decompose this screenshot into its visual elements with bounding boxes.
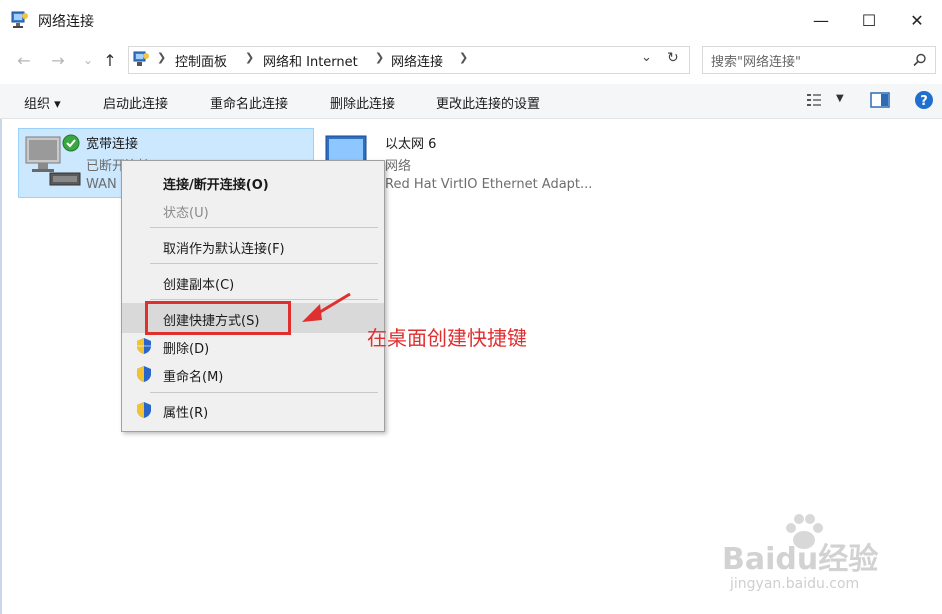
watermark-brand: Baidu经验 [722,542,879,577]
network-connections-icon [11,11,28,28]
item-device: Red Hat VirtIO Ethernet Adapt... [385,177,593,192]
breadcrumb-control-panel[interactable]: 控制面板 [175,51,227,70]
window-title: 网络连接 [38,14,94,30]
menu-item-cancel-default[interactable]: 取消作为默认连接(F) [122,233,384,259]
organize-button[interactable]: 组织 ▾ [24,93,61,112]
shield-icon [137,402,151,418]
help-icon[interactable]: ? [914,90,934,110]
breadcrumb-separator: ❯ [245,51,255,64]
delete-connection-button[interactable]: 删除此连接 [330,93,395,112]
recent-locations-icon[interactable]: ⌄ [78,50,98,70]
maximize-button[interactable]: ☐ [846,0,892,40]
menu-item-connect[interactable]: 连接/断开连接(O) [122,169,384,195]
search-box[interactable]: 搜索"网络连接" [702,46,936,74]
menu-divider [150,392,378,393]
menu-label: 重命名(M) [163,370,224,385]
breadcrumb-separator: ❯ [375,51,385,64]
annotation-highlight-box [145,301,291,335]
menu-label: 删除(D) [163,342,210,357]
check-icon [62,134,80,152]
menu-item-status: 状态(U) [122,197,384,223]
close-button[interactable]: ✕ [894,0,940,40]
menu-item-delete[interactable]: 删除(D) [122,333,384,359]
view-options-icon[interactable] [806,92,824,108]
menu-label: 取消作为默认连接(F) [163,242,285,257]
breadcrumb-separator: ❯ [157,51,167,64]
forward-arrow-icon[interactable]: → [48,50,68,70]
search-icon[interactable] [913,53,927,67]
search-input[interactable]: 搜索"网络连接" [711,51,801,70]
control-panel-icon [133,51,149,66]
menu-label: 属性(R) [163,406,209,421]
view-dropdown-icon[interactable]: ▼ [836,93,844,104]
start-connection-button[interactable]: 启动此连接 [103,93,168,112]
menu-label: 连接/断开连接(O) [163,178,269,193]
back-arrow-icon[interactable]: ← [14,50,34,70]
menu-divider [150,263,378,264]
rename-connection-button[interactable]: 重命名此连接 [210,93,288,112]
baidu-watermark: Baidu经验 jingyan.baidu.com [722,512,932,602]
chevron-down-icon[interactable]: ⌄ [641,50,652,65]
menu-item-rename[interactable]: 重命名(M) [122,361,384,387]
preview-pane-icon[interactable] [870,92,890,108]
shield-icon [137,366,151,382]
breadcrumb-separator: ❯ [459,51,469,64]
breadcrumb-network-internet[interactable]: 网络和 Internet [263,51,358,70]
minimize-button[interactable]: — [798,0,844,40]
item-name: 以太网 6 [385,137,437,152]
menu-label: 创建副本(C) [163,278,235,293]
refresh-icon[interactable]: ↻ [667,50,679,66]
menu-divider [150,227,378,228]
change-settings-button[interactable]: 更改此连接的设置 [436,93,540,112]
shield-icon [137,338,151,354]
annotation-arrow-icon [302,292,351,322]
watermark-url: jingyan.baidu.com [730,576,860,592]
annotation-text: 在桌面创建快捷键 [367,326,527,350]
item-name: 宽带连接 [86,137,139,152]
breadcrumb-network-connections[interactable]: 网络连接 [391,51,443,70]
menu-label: 状态(U) [163,206,209,221]
address-bar[interactable]: ❯ 控制面板 ❯ 网络和 Internet ❯ 网络连接 ❯ ⌄ ↻ [128,46,690,74]
item-status: 网络 [385,159,412,174]
menu-item-properties[interactable]: 属性(R) [122,397,384,423]
svg-text:?: ? [920,94,928,109]
up-arrow-icon[interactable]: ↑ [100,50,120,70]
